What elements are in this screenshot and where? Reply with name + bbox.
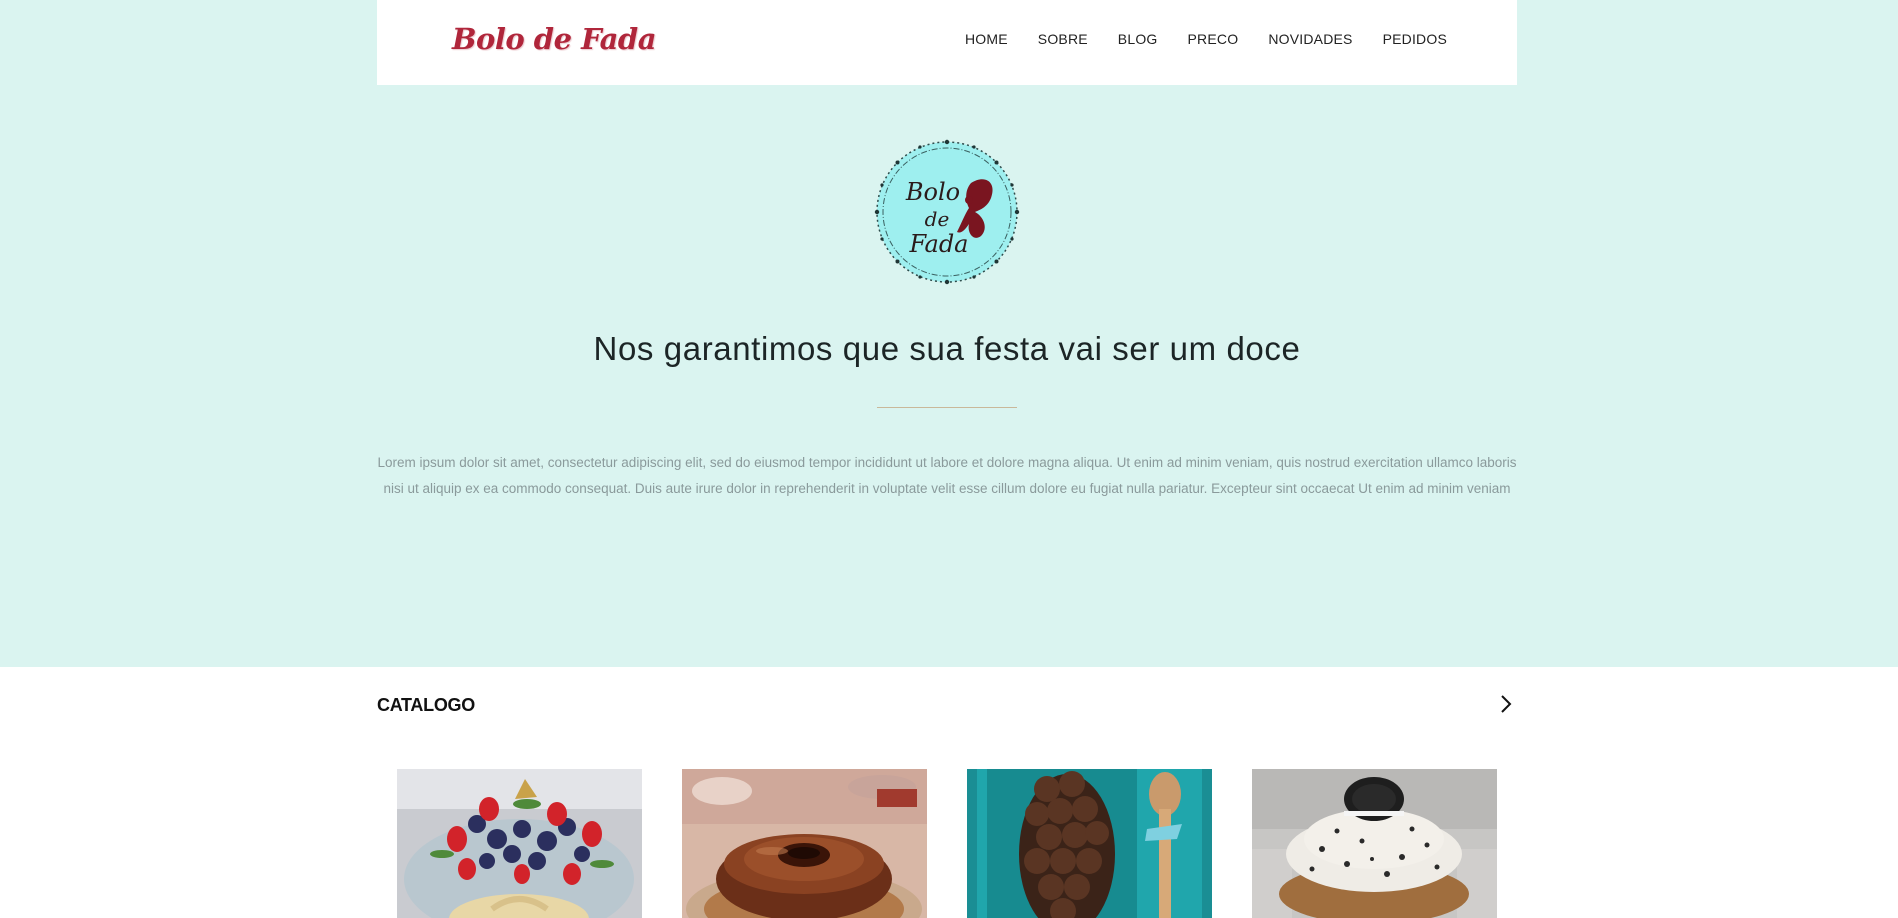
nav-home[interactable]: HOME [965,31,1008,47]
oreo-dessert-cup-photo [1252,769,1497,918]
emblem-line-2: de [925,207,950,231]
brand-logo[interactable]: Bolo de Fada [452,22,657,56]
main-nav: HOME SOBRE BLOG PRECO NOVIDADES PEDIDOS [935,31,1447,47]
catalog-item-brigadeiro-box[interactable] [967,769,1212,918]
catalog-item-oreo-dessert[interactable] [1252,769,1497,918]
top-navbar: Bolo de Fada HOME SOBRE BLOG PRECO NOVID… [377,0,1517,85]
hero-divider [877,407,1017,408]
emblem-line-1: Bolo [905,178,960,206]
catalog-item-chocolate-pudding[interactable] [682,769,927,918]
catalog-title: CATALOGO [377,695,475,715]
nav-sobre[interactable]: SOBRE [1038,31,1088,47]
chocolate-pudding-photo [682,769,927,918]
brigadeiro-box-photo [967,769,1212,918]
hero-description: Lorem ipsum dolor sit amet, consectetur … [377,455,1517,496]
nav-blog[interactable]: BLOG [1118,31,1158,47]
emblem-line-3: Fada [908,230,968,258]
catalog-next-button[interactable] [1496,693,1516,715]
nav-preco[interactable]: PRECO [1188,31,1239,47]
berry-cake-photo [397,769,642,918]
chevron-right-icon [1501,695,1512,713]
catalog-item-berry-cake[interactable] [397,769,642,918]
emblem-seal-icon: Bolo de Fada [874,139,1020,285]
nav-pedidos[interactable]: PEDIDOS [1383,31,1447,47]
hero-section: Bolo de Fada Nos garantimos que sua fest… [0,85,1898,667]
nav-novidades[interactable]: NOVIDADES [1268,31,1352,47]
emblem-logo: Bolo de Fada [873,138,1021,286]
catalog-section: CATALOGO [0,667,1898,918]
hero-title: Nos garantimos que sua festa vai ser um … [593,330,1301,367]
